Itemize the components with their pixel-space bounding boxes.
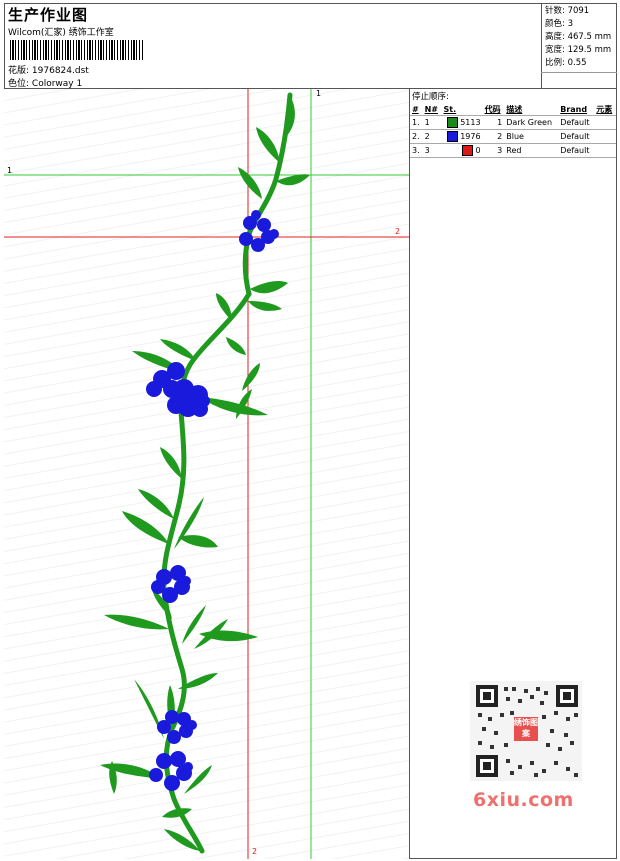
design-label: 花版: bbox=[8, 66, 30, 76]
site-watermark: 6xiu.com bbox=[473, 789, 574, 811]
qr-seal: 绣饰图案 bbox=[514, 718, 538, 738]
green-h-guide-label: 1 bbox=[7, 166, 13, 175]
stats-box: 针数: 7091 颜色: 3 高度: 467.5 mm 宽度: 129.5 mm… bbox=[541, 3, 617, 88]
qr-code: 绣饰图案 bbox=[470, 681, 582, 781]
thread-code: 3 bbox=[497, 146, 503, 155]
thread-description: Dark Green bbox=[506, 118, 553, 127]
thread-row[interactable]: 3. 3 0 3 Red Default bbox=[410, 143, 616, 158]
thread-n: 1 bbox=[424, 118, 430, 127]
col-brand: Brand bbox=[560, 104, 588, 114]
thread-element bbox=[594, 130, 616, 144]
thread-element bbox=[594, 116, 616, 130]
thread-panel: 停止顺序: # N# St. 代码 描述 Brand 元素 1. 1 5113 1 D… bbox=[409, 89, 617, 859]
stop-sequence-title: 停止顺序: bbox=[412, 92, 449, 102]
flower-top bbox=[239, 210, 279, 252]
studio-name: Wilcom(汇家) 绣饰工作室 bbox=[8, 28, 114, 38]
col-n: N# bbox=[424, 104, 439, 114]
col-element: 元素 bbox=[596, 104, 613, 114]
thread-row[interactable]: 1. 1 5113 1 Dark Green Default bbox=[410, 115, 616, 130]
stat-colors: 颜色: 3 bbox=[545, 19, 573, 29]
stat-scale: 比例: 0.55 bbox=[545, 58, 587, 68]
col-index: # bbox=[412, 104, 419, 114]
thread-stitches: 0 bbox=[441, 144, 482, 158]
col-stitches: St. bbox=[443, 104, 457, 114]
stat-height: 高度: 467.5 mm bbox=[545, 32, 612, 42]
embroidery-preview bbox=[4, 89, 409, 859]
color-swatch bbox=[461, 145, 473, 156]
design-value: 1976824.dst bbox=[31, 66, 89, 76]
thread-index: 3. bbox=[412, 146, 420, 155]
stat-stitches: 针数: 7091 bbox=[545, 6, 590, 16]
thread-code: 2 bbox=[497, 132, 503, 141]
thread-table: # N# St. 代码 描述 Brand 元素 1. 1 5113 1 Dark Gr… bbox=[410, 103, 616, 158]
thread-index: 1. bbox=[412, 118, 420, 127]
vine-leaves bbox=[100, 95, 310, 851]
stat-width: 宽度: 129.5 mm bbox=[545, 45, 612, 55]
col-code: 代码 bbox=[484, 104, 501, 114]
barcode bbox=[10, 40, 144, 60]
flower-lower bbox=[157, 710, 197, 744]
design-file-line: 花版: 1976824.dst bbox=[8, 63, 89, 76]
thread-table-header: # N# St. 代码 描述 Brand 元素 bbox=[410, 103, 616, 116]
thread-brand: Default bbox=[560, 118, 590, 127]
header: 生产作业图 Wilcom(汇家) 绣饰工作室 花版: 1976824.dst 色… bbox=[6, 4, 536, 89]
stats-divider bbox=[541, 72, 617, 73]
vine-stem bbox=[161, 92, 293, 854]
thread-stitches: 1976 bbox=[441, 130, 482, 144]
color-swatch bbox=[446, 131, 458, 142]
thread-description: Blue bbox=[506, 132, 524, 141]
thread-n: 2 bbox=[424, 132, 430, 141]
thread-stitches: 5113 bbox=[441, 116, 482, 130]
thread-element bbox=[594, 144, 616, 158]
thread-description: Red bbox=[506, 146, 522, 155]
design-canvas[interactable]: 1 1 2 2 bbox=[4, 89, 409, 859]
col-description: 描述 bbox=[506, 104, 523, 114]
color-swatch bbox=[446, 117, 458, 128]
thread-index: 2. bbox=[412, 132, 420, 141]
thread-code: 1 bbox=[497, 118, 503, 127]
thread-n: 3 bbox=[424, 146, 430, 155]
flower-bottom bbox=[149, 751, 193, 791]
thread-brand: Default bbox=[560, 146, 590, 155]
red-h-guide-label: 2 bbox=[395, 227, 401, 236]
thread-row[interactable]: 2. 2 1976 2 Blue Default bbox=[410, 129, 616, 144]
page-title: 生产作业图 bbox=[8, 6, 89, 24]
red-v-guide-label: 2 bbox=[252, 847, 258, 856]
green-v-guide-label: 1 bbox=[316, 89, 322, 98]
thread-brand: Default bbox=[560, 132, 590, 141]
flower-cluster-upper bbox=[146, 362, 210, 417]
